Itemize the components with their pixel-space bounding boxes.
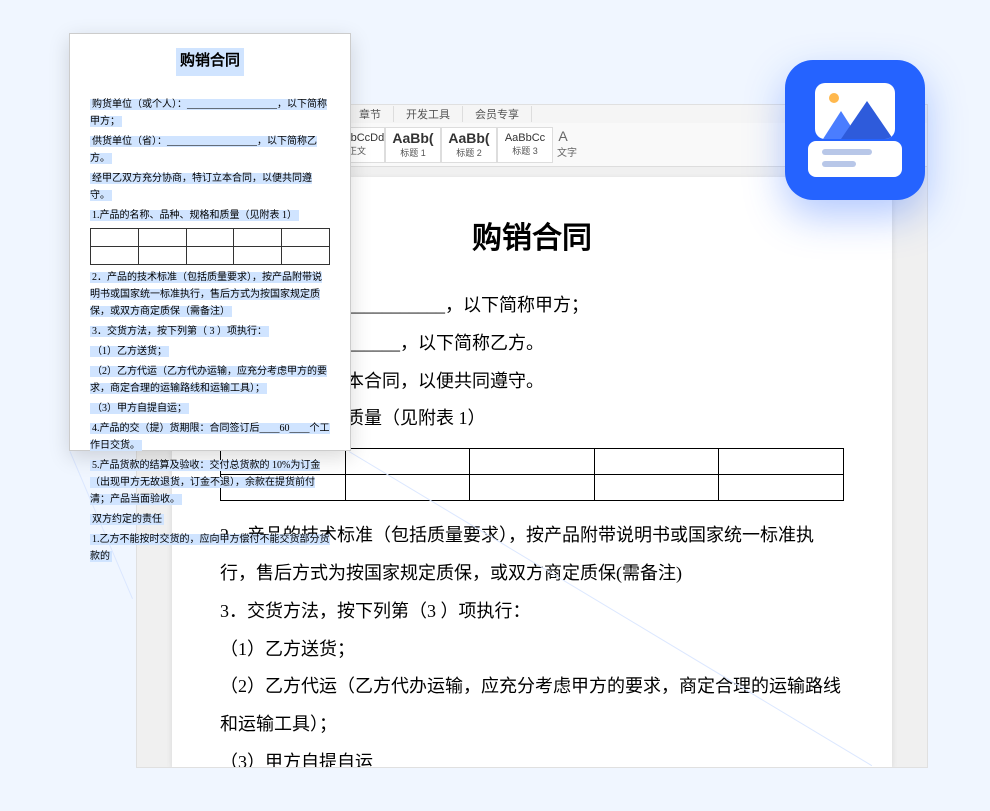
style-gallery: AaBbCcDd 正文 AaBb( 标题 1 AaBb( 标题 2 AaBbCc… (329, 127, 553, 163)
scan-line: 5.产品货款的结算及验收：交付总货款的 10%为订金（出现甲方无故退货，订金不退… (90, 460, 320, 505)
tab-member[interactable]: 会员专享 (463, 106, 532, 122)
scan-line: 3．交货方法，按下列第（ 3 ）项执行： (90, 326, 269, 337)
photo-icon (815, 83, 895, 139)
scan-line: 2．产品的技术标准（包括质量要求），按产品附带说明书或国家统一标准执行，售后方式… (90, 272, 322, 317)
scan-line: 购货单位（或个人）：__________________，以下简称甲方； (90, 99, 327, 127)
scan-line: 1.乙方不能按时交货的，应向甲方偿付不能交货部分货款的 (90, 534, 330, 562)
doc-para: （2）乙方代运（乙方代办运输，应充分考虑甲方的要求，商定合理的运输路线和运输工具… (220, 668, 844, 744)
style-h3[interactable]: AaBbCc 标题 3 (497, 127, 553, 163)
doc-para: （1）乙方送货； (220, 631, 844, 669)
scan-line: 4.产品的交（提）货期限：合同签订后____60____个工作日交货。 (90, 423, 330, 451)
doc-para: （3）甲方自提自运 (220, 744, 844, 768)
scan-title: 购销合同 (176, 48, 244, 76)
doc-para: 3．交货方法，按下列第（3 ）项执行： (220, 593, 844, 631)
scan-line: 1.产品的名称、品种、规格和质量（见附表 1） (90, 210, 299, 221)
scan-line: 双方约定的责任 (90, 514, 164, 525)
scan-table (90, 228, 330, 265)
text-tool-icon[interactable]: A (557, 130, 569, 142)
tab-chapter[interactable]: 章节 (347, 106, 394, 122)
scan-line: （2）乙方代运（乙方代办运输，应充分考虑甲方的要求，商定合理的运输路线和运输工具… (90, 366, 327, 394)
scanner-bed-icon (808, 141, 902, 177)
text-tool-label: 文字 (557, 144, 577, 159)
tab-devtools[interactable]: 开发工具 (394, 106, 463, 122)
scan-line: （1）乙方送货； (90, 346, 169, 357)
scan-preview: 购销合同 购货单位（或个人）：__________________，以下简称甲方… (69, 33, 351, 451)
scan-line: 经甲乙双方充分协商，特订立本合同，以便共同遵守。 (90, 173, 312, 201)
scanner-icon-graphic (808, 83, 902, 177)
style-h2[interactable]: AaBb( 标题 2 (441, 127, 497, 163)
scan-line: （3）甲方自提自运； (90, 403, 189, 414)
scanner-app-icon[interactable] (785, 60, 925, 200)
text-tool-group: A 文字 (553, 130, 581, 159)
style-h1[interactable]: AaBb( 标题 1 (385, 127, 441, 163)
scan-line: 供货单位（省）：__________________，以下简称乙方。 (90, 136, 317, 164)
